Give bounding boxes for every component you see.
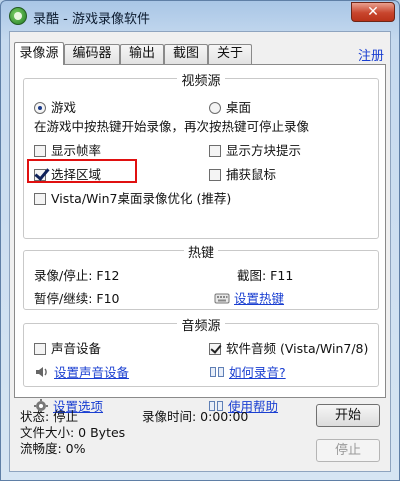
radio-desktop[interactable]: 桌面 — [209, 97, 251, 116]
video-source-panel: 视频源 游戏 桌面 在游戏中按热键开始录像，再次按热键可停止录像 显示帧率 显示… — [14, 64, 386, 414]
tab-about[interactable]: 关于 — [208, 44, 252, 64]
register-link[interactable]: 注册 — [358, 45, 384, 64]
radio-game[interactable]: 游戏 — [34, 97, 76, 116]
tab-video-source[interactable]: 录像源 — [14, 42, 64, 65]
how-to-record-row[interactable]: 如何录音? — [209, 362, 286, 381]
hotkey-group: 热键 录像/停止: F12 截图: F11 暂停/继续: F10 设置热键 — [23, 246, 379, 310]
set-sound-device-row[interactable]: 设置声音设备 — [34, 362, 129, 381]
set-hotkey-link-row[interactable]: 设置热键 — [214, 288, 284, 307]
audio-source-legend: 音频源 — [177, 319, 225, 334]
sound-device-box[interactable] — [34, 343, 46, 355]
tab-output[interactable]: 输出 — [120, 44, 164, 64]
show-block-hint-checkbox[interactable]: 显示方块提示 — [209, 140, 301, 159]
set-hotkey-link[interactable]: 设置热键 — [234, 291, 284, 306]
speaker-icon — [36, 367, 47, 377]
hotkey-legend: 热键 — [183, 246, 218, 261]
app-logo-icon — [9, 7, 27, 25]
select-region-highlight — [27, 159, 137, 183]
tab-bar: 录像源 编码器 输出 截图 关于 — [14, 42, 386, 65]
app-window: 录酷 - 游戏录像软件 ✕ 录像源 编码器 输出 截图 关于 注册 视频源 游戏… — [0, 0, 400, 481]
capture-mouse-box[interactable] — [209, 169, 221, 181]
book-icon — [210, 367, 224, 377]
radio-desktop-indicator[interactable] — [209, 102, 221, 114]
vista-opt-box[interactable] — [34, 193, 46, 205]
capture-mouse-label: 捕获鼠标 — [226, 167, 277, 182]
radio-game-label: 游戏 — [51, 100, 77, 115]
close-button[interactable]: ✕ — [351, 2, 395, 22]
video-source-legend: 视频源 — [177, 74, 225, 89]
set-sound-device-link[interactable]: 设置声音设备 — [54, 365, 129, 380]
tab-screenshot[interactable]: 截图 — [164, 44, 208, 64]
record-hotkey: 录像/停止: F12 — [34, 268, 120, 283]
show-fps-label: 显示帧率 — [51, 143, 102, 158]
capture-mouse-checkbox[interactable]: 捕获鼠标 — [209, 164, 276, 183]
audio-source-group: 音频源 声音设备 软件音频 (Vista/Win7/8) 设置声音设备 如何录音… — [23, 319, 379, 387]
show-block-hint-box[interactable] — [209, 145, 221, 157]
show-block-hint-label: 显示方块提示 — [226, 143, 302, 158]
hotkey-hint: 在游戏中按热键开始录像，再次按热键可停止录像 — [34, 119, 310, 134]
start-button[interactable]: 开始 — [316, 404, 380, 427]
sound-device-label: 声音设备 — [51, 341, 102, 356]
radio-desktop-label: 桌面 — [226, 100, 252, 115]
title-bar[interactable]: 录酷 - 游戏录像软件 ✕ — [1, 1, 399, 31]
show-fps-box[interactable] — [34, 145, 46, 157]
pause-hotkey: 暂停/继续: F10 — [34, 291, 120, 306]
show-fps-checkbox[interactable]: 显示帧率 — [34, 140, 101, 159]
sound-device-checkbox[interactable]: 声音设备 — [34, 338, 101, 357]
keyboard-icon — [214, 293, 230, 304]
radio-game-indicator[interactable] — [34, 102, 46, 114]
window-title: 录酷 - 游戏录像软件 — [33, 12, 150, 27]
vista-opt-label: Vista/Win7桌面录像优化 (推荐) — [51, 191, 232, 206]
software-audio-box[interactable] — [209, 343, 221, 355]
video-source-group: 视频源 游戏 桌面 在游戏中按热键开始录像，再次按热键可停止录像 显示帧率 显示… — [23, 74, 379, 239]
status-record-time: 录像时间: 0:00:00 — [142, 409, 249, 424]
tab-encoder[interactable]: 编码器 — [64, 44, 120, 64]
vista-opt-checkbox[interactable]: Vista/Win7桌面录像优化 (推荐) — [34, 188, 231, 207]
client-area: 录像源 编码器 输出 截图 关于 注册 视频源 游戏 桌面 在游戏中按热键开始录… — [9, 31, 391, 472]
screenshot-hotkey: 截图: F11 — [237, 268, 294, 283]
stop-button[interactable]: 停止 — [316, 439, 380, 462]
software-audio-label: 软件音频 (Vista/Win7/8) — [226, 341, 369, 356]
status-smoothness: 流畅度: 0% — [20, 441, 86, 456]
how-to-record-link[interactable]: 如何录音? — [229, 365, 286, 380]
software-audio-checkbox[interactable]: 软件音频 (Vista/Win7/8) — [209, 338, 368, 357]
